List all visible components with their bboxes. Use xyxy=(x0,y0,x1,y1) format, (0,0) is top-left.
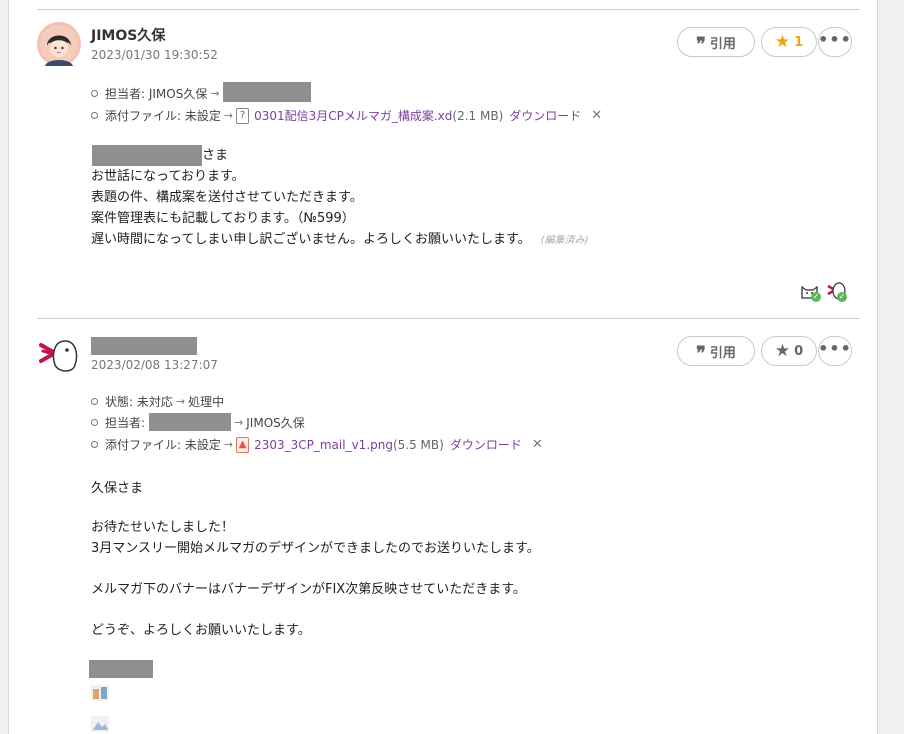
comment-body-line: 3月マンスリー開始メルマガのデザインができましたのでお送りいたします。 xyxy=(91,541,540,556)
arrow-icon: → xyxy=(234,415,244,429)
quote-label: 引用 xyxy=(709,36,736,52)
more-options-button[interactable]: ••• xyxy=(818,27,852,57)
arrow-icon: → xyxy=(223,438,234,451)
user-avatar[interactable] xyxy=(37,333,81,377)
assignee-label: 担当者: JIMOS久保 xyxy=(105,86,208,101)
change-attachment: 添付ファイル: 未設定 → ? 0301配信3月CPメルマガ_構成案.xd (2… xyxy=(91,107,602,124)
redacted-name xyxy=(222,82,311,102)
quote-icon: ❞ xyxy=(696,342,706,364)
comment-body-text: 遅い時間になってしまい申し訳ございません。よろしくお願いいたします。 xyxy=(91,232,531,247)
comment-timestamp: 2023/01/30 19:30:52 xyxy=(91,48,218,62)
more-options-button[interactable]: ••• xyxy=(818,336,852,366)
quote-button[interactable]: ❞ 引用 xyxy=(677,27,755,57)
comment-body-line: 久保さま xyxy=(91,481,144,496)
file-unknown-icon: ? xyxy=(236,107,250,124)
comment-divider xyxy=(37,318,860,319)
edited-note: (編集済み) xyxy=(540,235,589,246)
arrow-icon: → xyxy=(210,86,220,100)
check-icon: ✓ xyxy=(837,292,847,302)
change-assignee: 担当者: JIMOS久保 → xyxy=(91,82,311,103)
remove-attachment-icon[interactable]: ✕ xyxy=(532,437,543,452)
download-link[interactable]: ダウンロード xyxy=(509,107,581,124)
bullet-icon xyxy=(91,441,98,448)
quote-label: 引用 xyxy=(709,345,736,361)
comment-divider xyxy=(37,9,860,10)
redacted-recipient xyxy=(92,145,202,166)
comment-panel: JIMOS久保 2023/01/30 19:30:52 ❞ 引用 ★ 1 •••… xyxy=(8,0,878,734)
change-attachment: 添付ファイル: 未設定 → ▲ 2303_3CP_mail_v1.png (5.… xyxy=(91,436,543,453)
attachment-link[interactable]: 0301配信3月CPメルマガ_構成案.xd xyxy=(254,107,452,124)
reader-avatar[interactable]: ✓ xyxy=(825,280,847,302)
check-icon: ✓ xyxy=(811,292,821,302)
star-button[interactable]: ★ 1 xyxy=(761,27,817,57)
quote-button[interactable]: ❞ 引用 xyxy=(677,336,755,366)
comment-body-line: お世話になっております。 xyxy=(91,169,245,184)
comment-body-line: どうぞ、よろしくお願いいたします。 xyxy=(91,623,311,638)
file-size: (2.1 MB) xyxy=(452,108,504,123)
star-icon: ★ xyxy=(774,32,791,52)
remove-attachment-icon[interactable]: ✕ xyxy=(591,108,602,123)
change-status: 状態: 未対応 → 処理中 xyxy=(91,393,224,410)
star-count: 0 xyxy=(794,343,804,359)
image-thumbnail-dots xyxy=(91,705,109,718)
redacted-signature xyxy=(89,660,153,678)
attachment-link[interactable]: 2303_3CP_mail_v1.png xyxy=(254,438,393,452)
download-link[interactable]: ダウンロード xyxy=(450,436,522,453)
file-size: (5.5 MB) xyxy=(392,437,444,452)
comment-author[interactable]: JIMOS久保 xyxy=(91,25,165,45)
image-thumbnail[interactable] xyxy=(91,685,109,701)
image-file-icon: ▲ xyxy=(236,436,250,453)
assignee-new: JIMOS久保 xyxy=(246,415,305,430)
assignee-label: 担当者: xyxy=(105,415,146,430)
comment-body-line: 案件管理表にも記載しております。（№599） xyxy=(91,211,355,226)
read-reactions: ✓ ✓ xyxy=(795,280,847,302)
star-icon: ★ xyxy=(774,341,791,361)
redacted-name xyxy=(149,413,232,431)
image-thumbnail[interactable] xyxy=(91,716,109,732)
bullet-icon xyxy=(91,398,98,405)
more-icon: ••• xyxy=(818,29,852,49)
user-avatar[interactable] xyxy=(37,22,81,66)
comment-body-line: 遅い時間になってしまい申し訳ございません。よろしくお願いいたします。 (編集済み) xyxy=(91,230,588,251)
attachment-label: 添付ファイル: 未設定 xyxy=(105,438,221,452)
quote-icon: ❞ xyxy=(696,33,706,55)
star-button[interactable]: ★ 0 xyxy=(761,336,817,366)
change-assignee: 担当者: → JIMOS久保 xyxy=(91,413,305,431)
comment-timestamp: 2023/02/08 13:27:07 xyxy=(91,358,218,372)
comment-body-line: 表題の件、構成案を送付させていただきます。 xyxy=(91,190,363,205)
arrow-icon: → xyxy=(175,395,186,408)
comment-body-line: メルマガ下のバナーはバナーデザインがFIX次第反映させていただきます。 xyxy=(91,582,526,597)
comment-body-line: お待たせいたしました！ xyxy=(91,520,235,535)
status-new: 処理中 xyxy=(188,395,225,409)
star-count: 1 xyxy=(794,34,804,50)
bullet-icon xyxy=(91,112,98,119)
comment-body-line: さま xyxy=(202,148,229,163)
arrow-icon: → xyxy=(223,109,234,122)
more-icon: ••• xyxy=(818,338,852,358)
bullet-icon xyxy=(91,89,98,97)
reader-avatar[interactable]: ✓ xyxy=(799,280,821,302)
status-label: 状態: 未対応 xyxy=(105,395,173,409)
bullet-icon xyxy=(91,418,98,426)
redacted-author xyxy=(91,337,197,355)
attachment-label: 添付ファイル: 未設定 xyxy=(105,109,221,123)
